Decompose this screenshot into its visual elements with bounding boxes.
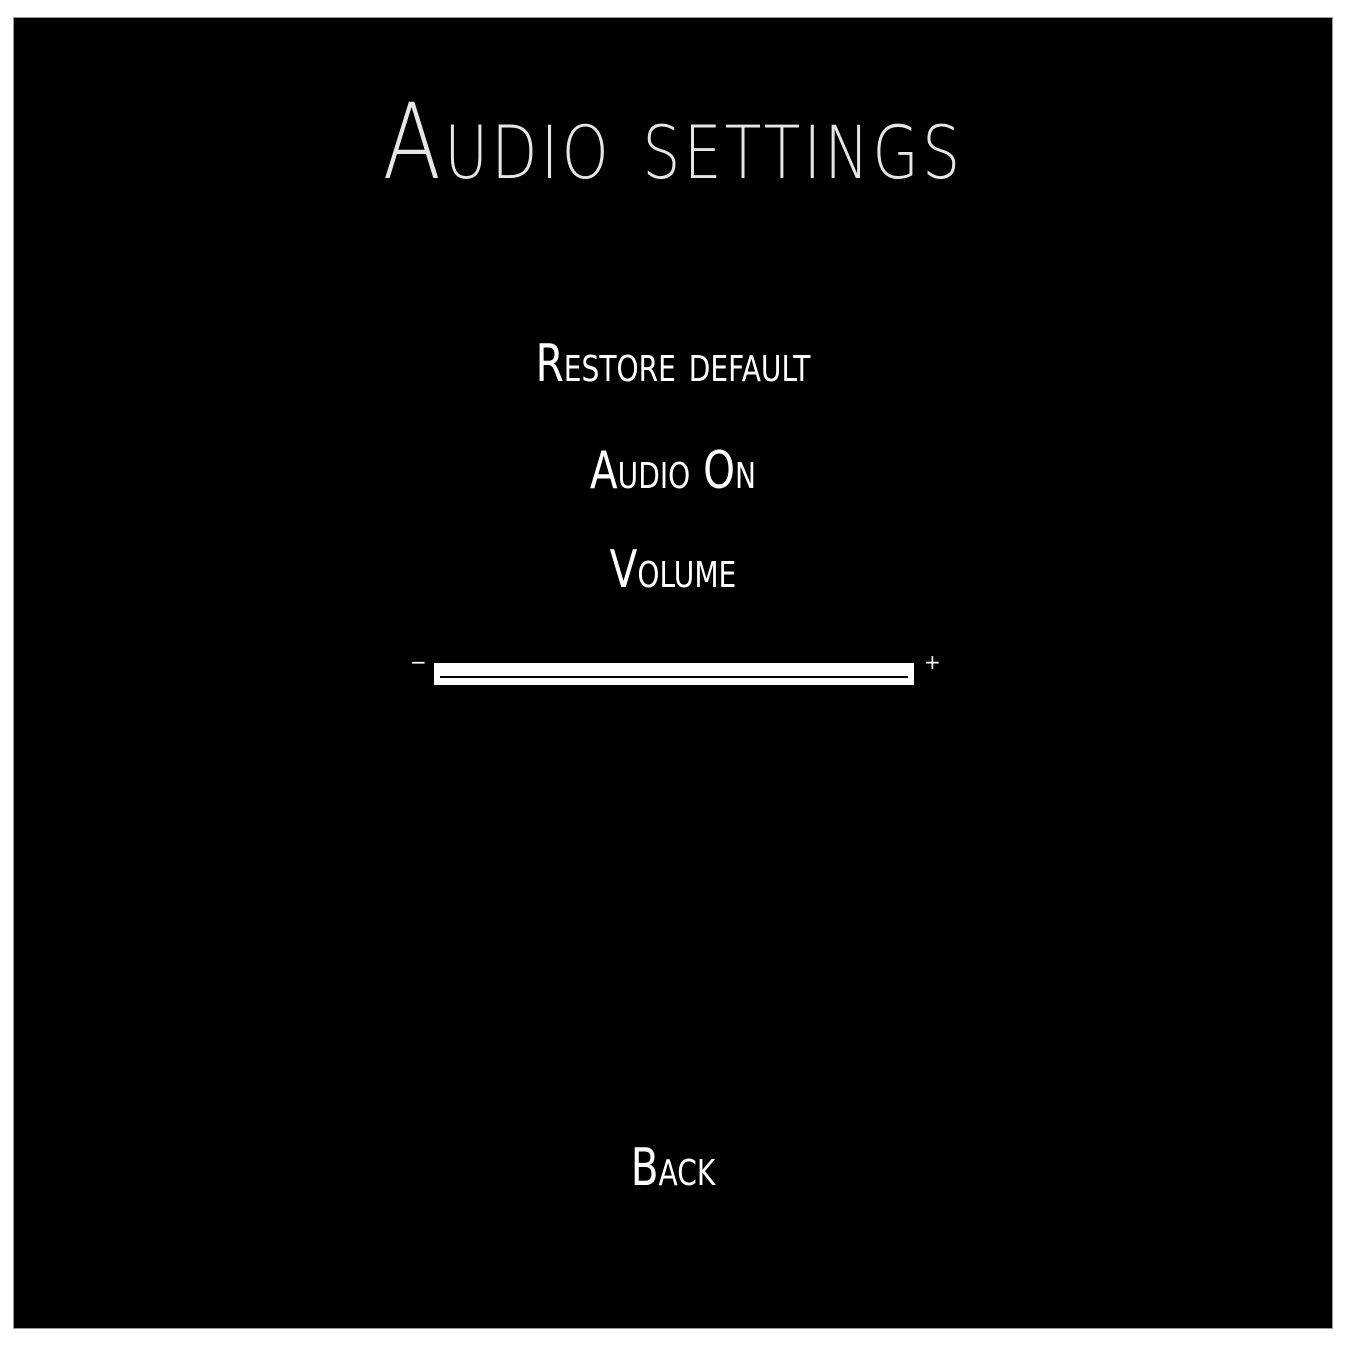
back-button[interactable]: Back	[159, 1142, 1187, 1194]
restore-default-button[interactable]: Restore default	[159, 338, 1187, 390]
volume-slider-fill	[440, 676, 908, 678]
page-title: Audio settings	[382, 81, 964, 203]
volume-slider: − +	[404, 648, 944, 685]
volume-label: Volume	[609, 540, 737, 600]
volume-increase-button[interactable]: +	[924, 652, 941, 672]
volume-slider-track[interactable]	[434, 663, 914, 685]
settings-panel: Audio settings Restore default Audio On …	[13, 17, 1333, 1329]
volume-decrease-button[interactable]: −	[410, 652, 427, 672]
audio-toggle-button[interactable]: Audio On	[159, 445, 1187, 497]
